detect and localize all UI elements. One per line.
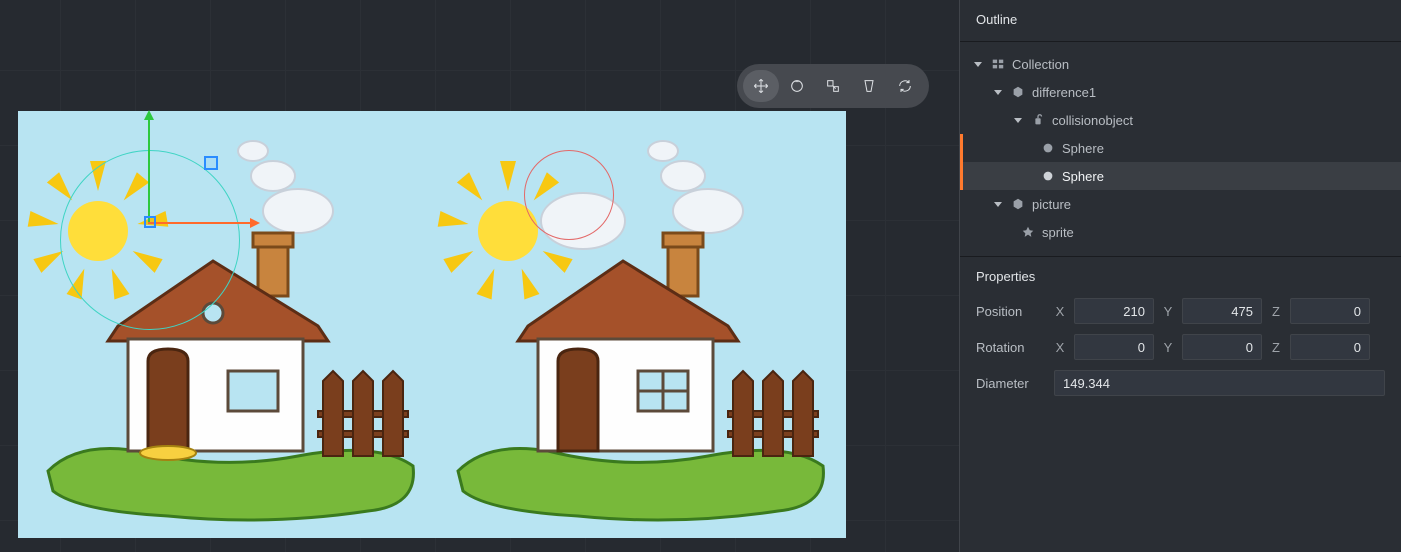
outline-item-picture[interactable]: picture [960,190,1401,218]
outline-label: difference1 [1032,85,1096,100]
gizmo-xy-handle[interactable] [204,156,218,170]
outline-label: collisionobject [1052,113,1133,128]
diameter-input[interactable] [1054,370,1385,396]
outline-label: Collection [1012,57,1069,72]
rotation-z-input[interactable] [1290,334,1370,360]
tool-rotate-button[interactable] [779,70,815,102]
move-gizmo-y-axis[interactable] [148,120,150,222]
right-sidebar: Outline Collection difference1 collision… [960,0,1401,552]
sphere-icon [1040,140,1056,156]
collection-icon [990,56,1006,72]
position-y-input[interactable] [1182,298,1262,324]
outline-label: Sphere [1062,169,1104,184]
properties-panel-title: Properties [976,269,1385,284]
selection-gizmo-circle[interactable] [60,150,240,330]
gameobject-icon [1010,84,1026,100]
tool-refresh-button[interactable] [887,70,923,102]
outline-item-difference1[interactable]: difference1 [960,78,1401,106]
property-row-diameter: Diameter [976,370,1385,396]
outline-panel-title: Outline [960,0,1401,42]
rotation-label: Rotation [976,340,1046,355]
property-row-rotation: Rotation X Y Z [976,334,1385,360]
axis-x-label: X [1054,304,1066,319]
outline-label: sprite [1042,225,1074,240]
rotation-y-input[interactable] [1182,334,1262,360]
property-row-position: Position X Y Z [976,298,1385,324]
tool-scale-button[interactable] [815,70,851,102]
position-x-input[interactable] [1074,298,1154,324]
position-label: Position [976,304,1046,319]
collision-icon [1030,112,1046,128]
axis-x-label: X [1054,340,1066,355]
move-gizmo-x-axis[interactable] [148,222,250,224]
axis-y-label: Y [1162,304,1174,319]
sphere-icon [1040,168,1056,184]
outline-item-sphere-2[interactable]: Sphere [960,162,1401,190]
rotation-x-input[interactable] [1074,334,1154,360]
gameobject-icon [1010,196,1026,212]
axis-z-label: Z [1270,340,1282,355]
outline-tree: Collection difference1 collisionobject S… [960,42,1401,257]
tool-perspective-button[interactable] [851,70,887,102]
properties-panel: Properties Position X Y Z Rotation X Y Z… [960,257,1401,418]
outline-label: picture [1032,197,1071,212]
scene-viewport[interactable] [0,0,960,552]
outline-item-sprite[interactable]: sprite [960,218,1401,246]
diameter-label: Diameter [976,376,1046,391]
secondary-selection-circle [524,150,614,240]
axis-y-label: Y [1162,340,1174,355]
gizmo-origin-handle[interactable] [144,216,156,228]
tool-move-button[interactable] [743,70,779,102]
outline-item-sphere-1[interactable]: Sphere [960,134,1401,162]
axis-z-label: Z [1270,304,1282,319]
sprite-icon [1020,224,1036,240]
outline-item-collisionobject[interactable]: collisionobject [960,106,1401,134]
position-z-input[interactable] [1290,298,1370,324]
viewport-toolbar [737,64,929,108]
outline-item-collection[interactable]: Collection [960,50,1401,78]
outline-label: Sphere [1062,141,1104,156]
